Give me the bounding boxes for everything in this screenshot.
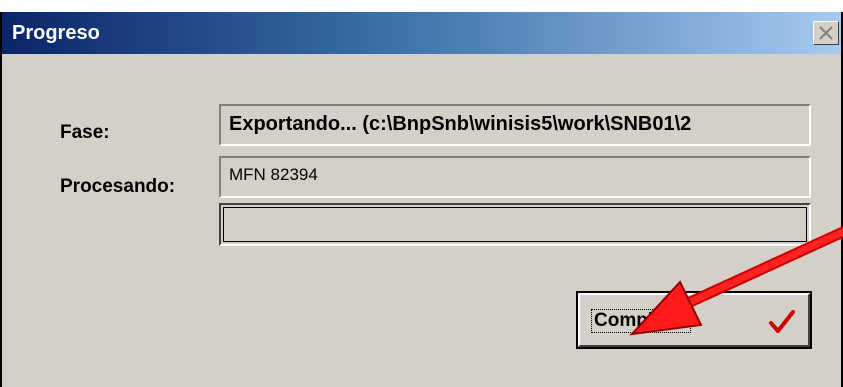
title-bar[interactable]: Progreso — [2, 12, 841, 54]
window-title: Progreso — [12, 22, 100, 44]
close-icon — [819, 26, 833, 40]
progress-track — [223, 207, 807, 242]
completo-button-label: Completo! — [591, 309, 691, 333]
close-button[interactable] — [813, 21, 839, 45]
procesando-field: MFN 82394 — [219, 156, 811, 198]
fase-label: Fase: — [60, 122, 110, 143]
checkmark-icon — [769, 310, 795, 333]
progress-dialog: Progreso Fase: Exportando... (c:\BnpSnb\… — [0, 12, 843, 387]
progress-bar — [219, 203, 811, 246]
fase-field: Exportando... (c:\BnpSnb\winisis5\work\S… — [219, 104, 811, 146]
procesando-label: Procesando: — [60, 176, 176, 197]
completo-button[interactable]: Completo! — [576, 291, 812, 349]
completo-button-face: Completo! — [578, 293, 810, 347]
